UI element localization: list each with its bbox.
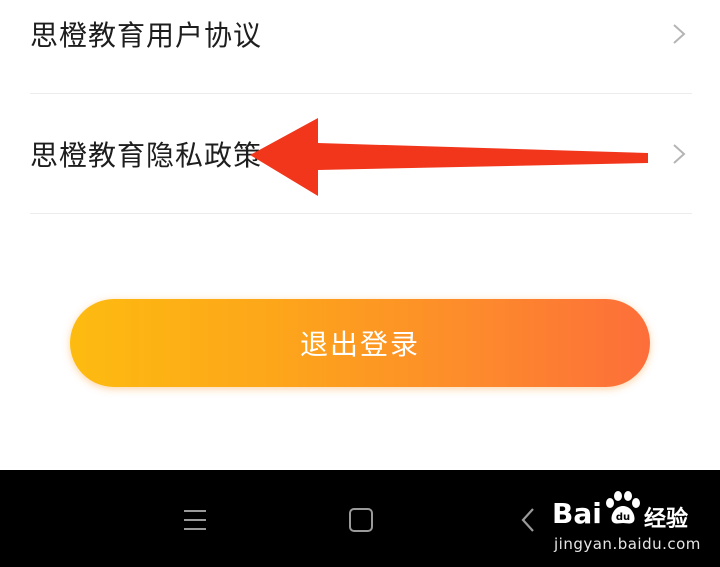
svg-text:du: du bbox=[616, 512, 630, 523]
watermark-brand: Bai bbox=[552, 497, 602, 530]
watermark-url: jingyan.baidu.com bbox=[554, 535, 701, 553]
baidu-paw-icon: du bbox=[606, 491, 640, 524]
chevron-right-icon bbox=[673, 143, 686, 164]
settings-item-label: 思橙教育用户协议 bbox=[30, 18, 263, 52]
home-square-icon[interactable] bbox=[341, 500, 381, 540]
settings-item-user-agreement[interactable]: 思橙教育用户协议 bbox=[30, 0, 692, 94]
annotation-arrow-icon bbox=[250, 118, 648, 196]
logout-button-label: 退出登录 bbox=[299, 329, 420, 360]
logout-button[interactable]: 退出登录 bbox=[70, 299, 650, 387]
watermark-brand-suffix: 经验 bbox=[644, 507, 689, 532]
baidu-watermark: Bai du 经验 jingyan.baidu.com bbox=[548, 487, 718, 563]
back-chevron-icon[interactable] bbox=[508, 500, 548, 540]
settings-item-label: 思橙教育隐私政策 bbox=[30, 138, 263, 172]
chevron-right-icon bbox=[673, 23, 686, 44]
menu-icon[interactable] bbox=[175, 500, 215, 540]
